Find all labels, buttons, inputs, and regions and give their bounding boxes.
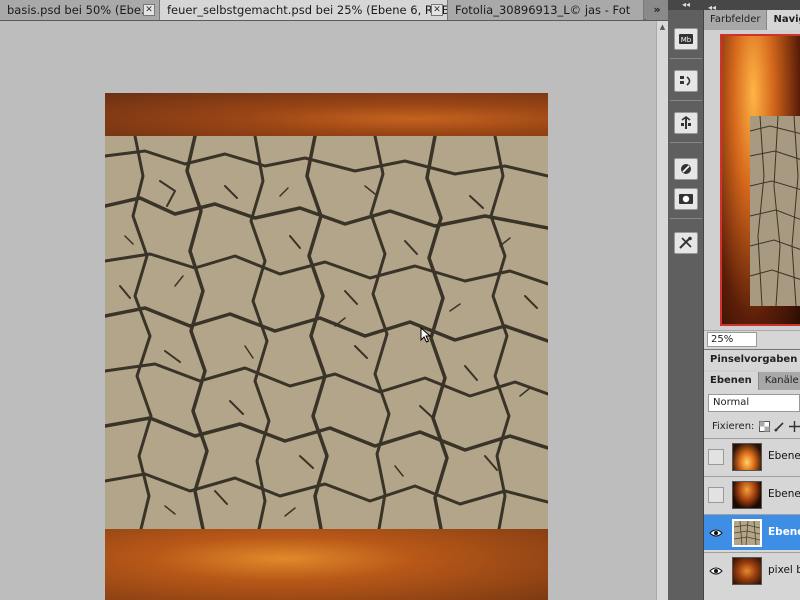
brush-presets-tab-bar: Pinselvorgaben <box>704 349 800 370</box>
layer-thumbnail <box>732 557 762 585</box>
fire-image-bottom <box>105 529 548 600</box>
layer-thumbnail <box>732 481 762 509</box>
layers-panel: Normal Fixieren: Ebene Ebene Eben pixel … <box>704 390 800 600</box>
tab-label: Fotolia_30896913_L© jas - Fot <box>455 3 631 17</box>
panels-collapse-bar[interactable]: ◂◂ <box>704 0 800 12</box>
layer-row[interactable]: Ebene <box>704 476 800 512</box>
close-icon[interactable]: ✕ <box>431 4 443 16</box>
document-tab-bar: basis.psd bei 50% (Ebe... ✕ feuer_selbst… <box>0 0 668 20</box>
tab-feuer-selbstgemacht[interactable]: feuer_selbstgemacht.psd bei 25% (Ebene 6… <box>160 0 448 20</box>
dock-separator <box>670 58 702 59</box>
cracked-earth-texture <box>105 136 548 529</box>
cracked-earth-layer[interactable] <box>105 136 548 529</box>
layer-name[interactable]: Ebene <box>768 450 800 462</box>
canvas-area[interactable] <box>0 21 656 600</box>
scroll-up-arrow-icon[interactable]: ▲ <box>658 23 667 32</box>
tab-ebenen[interactable]: Ebenen <box>704 372 759 390</box>
lock-transparency-icon[interactable] <box>758 420 770 432</box>
layer-name[interactable]: Ebene <box>768 526 800 538</box>
lock-label: Fixieren: <box>712 420 755 432</box>
dock-separator <box>670 218 702 219</box>
layers-tab-bar: Ebenen Kanäle <box>704 372 800 390</box>
tab-label: basis.psd bei 50% (Ebe... <box>7 3 152 17</box>
tab-label: feuer_selbstgemacht.psd bei 25% (Ebene 6… <box>167 3 448 17</box>
blend-mode-select[interactable]: Normal <box>708 394 800 412</box>
navigator-preview[interactable] <box>720 34 800 326</box>
mouse-pointer-icon <box>420 327 432 343</box>
lock-pixels-icon[interactable] <box>774 420 785 432</box>
collapsed-panel-dock: ◂◂ Mb <box>668 0 704 600</box>
tab-fotolia[interactable]: Fotolia_30896913_L© jas - Fot <box>448 0 644 20</box>
tab-overflow-button[interactable]: » <box>646 0 668 20</box>
layer-thumbnail <box>732 443 762 471</box>
layer-name[interactable]: pixel be <box>768 564 800 576</box>
lock-row: Fixieren: <box>704 416 800 436</box>
layer-row[interactable]: Ebene <box>704 438 800 474</box>
document-canvas[interactable] <box>105 93 548 600</box>
brush-presets-icon[interactable] <box>674 158 698 180</box>
layer-visibility-toggle[interactable] <box>708 525 724 541</box>
dock-collapse-icon[interactable]: ◂◂ <box>668 0 704 10</box>
layer-name[interactable]: Ebene <box>768 488 800 500</box>
tab-farbfelder[interactable]: Farbfelder <box>704 10 768 30</box>
tab-navigator[interactable]: Navig <box>767 10 800 30</box>
tab-basis[interactable]: basis.psd bei 50% (Ebe... ✕ <box>0 0 160 20</box>
eye-icon <box>709 529 723 537</box>
navigator-zoom-bar: 25% <box>704 330 800 348</box>
masks-icon[interactable] <box>674 188 698 210</box>
canvas-vertical-scrollbar[interactable]: ▲ <box>656 21 668 600</box>
tools-icon[interactable] <box>674 232 698 254</box>
layer-thumbnail <box>732 519 762 547</box>
navigator-preview-cracked <box>749 115 800 307</box>
close-icon[interactable]: ✕ <box>143 4 155 16</box>
tab-kanaele[interactable]: Kanäle <box>758 372 800 390</box>
zoom-field[interactable]: 25% <box>707 332 757 347</box>
layer-row[interactable]: pixel be <box>704 552 800 588</box>
svg-text:Mb: Mb <box>681 36 692 44</box>
dock-separator <box>670 100 702 101</box>
mini-bridge-icon[interactable]: Mb <box>674 28 698 50</box>
eye-icon <box>709 567 723 575</box>
navigator-tab-bar: Farbfelder Navig <box>704 10 800 30</box>
dock-separator <box>670 142 702 143</box>
tab-pinselvorgaben[interactable]: Pinselvorgaben <box>704 350 800 370</box>
layer-visibility-toggle[interactable] <box>708 449 724 465</box>
fire-image-top <box>105 93 548 136</box>
layer-row-selected[interactable]: Ebene <box>704 514 800 550</box>
actions-icon[interactable] <box>674 112 698 134</box>
layer-visibility-toggle[interactable] <box>708 487 724 503</box>
layer-visibility-toggle[interactable] <box>708 563 724 579</box>
history-icon[interactable] <box>674 70 698 92</box>
right-panels: ◂◂ Farbfelder Navig 25% Pinselvorgaben E… <box>704 0 800 600</box>
lock-position-icon[interactable] <box>788 420 800 432</box>
